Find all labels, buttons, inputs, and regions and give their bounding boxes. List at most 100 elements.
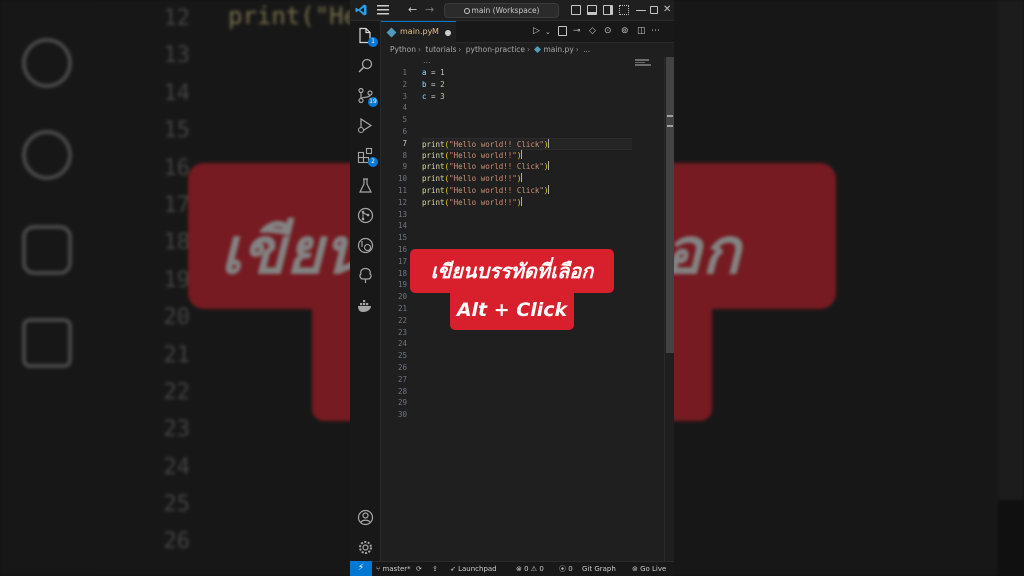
line-number: 4 [402,103,407,113]
run-dropdown-chevron-icon[interactable]: ⌄ [545,25,551,39]
line-number: 24 [397,339,407,349]
explorer-icon[interactable]: 1 [357,27,378,47]
editor-tabs: main.py M ▷ ⌄ ⊸ ◇ ⊙ ⊚ ◫ ⋯ [381,21,674,43]
tab-main-py[interactable]: main.py M [381,21,456,43]
command-center-search[interactable]: main (Workspace) [444,3,559,18]
sticky-scroll-ellipsis: ... [423,56,431,65]
bg-code-fragment: print("He [228,2,359,30]
back-arrow-icon[interactable]: ← [408,3,417,17]
code-line[interactable]: c = 3 [422,91,652,103]
code-line[interactable]: print("Hello world!!") [422,196,652,209]
code-line[interactable] [422,362,652,374]
forward-arrow-icon[interactable]: → [425,3,434,17]
settings-gear-icon[interactable] [357,539,374,556]
multi-cursor [521,173,523,183]
extensions-icon[interactable]: 2 [357,147,378,167]
code-line[interactable] [422,338,652,350]
line-number: 8 [402,150,407,160]
code-line[interactable]: print("Hello world!! Click") [422,161,652,173]
customize-layout-icon[interactable] [619,5,629,15]
code-line[interactable] [422,232,652,244]
code-line[interactable] [422,102,652,114]
publish-icon[interactable]: ⇪ [432,562,438,576]
go-live-button[interactable]: ⊚ Go Live [632,562,666,576]
code-line[interactable]: print("Hello world!!") [422,149,652,162]
breadcrumb-item-python[interactable]: Python [390,45,416,54]
next-change-icon[interactable]: ⊙ [604,24,612,38]
account-icon[interactable] [357,509,374,526]
rocket-icon: ➶ [450,565,459,573]
toggle-panel-icon[interactable] [587,5,597,15]
scrollbar-marker [667,125,673,127]
breadcrumb-item-main-py[interactable]: main.py [543,45,573,54]
source-control-icon[interactable]: 19 [357,87,378,107]
error-count: 0 [524,565,529,573]
testing-flask-icon[interactable] [357,177,374,194]
line-number: 30 [397,410,407,420]
code-line[interactable] [422,386,652,398]
code-line[interactable] [422,350,652,362]
git-graph-status-button[interactable]: Git Graph [582,562,616,576]
remote-indicator-icon[interactable]: ⚡ [350,561,372,576]
minimap[interactable] [635,59,653,71]
gitlens-icon[interactable] [357,267,374,284]
toggle-secondary-sidebar-icon[interactable] [603,5,613,15]
sync-icon[interactable]: ⟳ [416,562,422,576]
bg-git-icon-2 [22,130,72,180]
menu-icon[interactable] [377,5,389,15]
git-lens-compare-icon[interactable]: ⊚ [621,24,629,38]
bg-line-number: 26 [163,529,191,555]
toggle-primary-sidebar-icon[interactable] [571,5,581,15]
chevron-right-icon: › [458,45,462,54]
code-line[interactable] [422,220,652,232]
docker-icon[interactable] [357,297,374,314]
tab-filename: main.py [400,27,433,36]
bg-git-icon [22,38,72,88]
launchpad-item[interactable]: ➶ Launchpad [450,562,497,576]
line-number: 27 [397,374,407,384]
ports-indicator[interactable]: ⦿ 0 [559,562,573,576]
line-number: 21 [397,303,407,313]
run-file-icon[interactable]: ▷ [533,24,540,38]
code-line[interactable] [422,409,652,421]
code-line[interactable]: print("Hello world!! Click") [422,184,652,197]
code-line[interactable]: print("Hello world!! Click") [422,137,632,150]
go-back-change-icon[interactable]: ⊸ [573,24,581,38]
code-line[interactable] [422,114,652,126]
run-debug-icon[interactable] [357,117,374,134]
git-graph-icon[interactable] [357,207,374,224]
bg-line-number: 17 [163,192,191,218]
line-number: 11 [397,185,407,195]
vertical-scrollbar[interactable] [664,57,674,561]
line-number-gutter: 1 2 3 4 5 6 7 8 9 10 11 12 13 14 15 16 17 18 19 20 21 22 23 24 2… [381,67,407,421]
minimize-icon[interactable] [636,10,646,11]
branch-indicator[interactable]: ⑂ master* [376,562,411,576]
code-line[interactable] [422,397,652,409]
problems-indicator[interactable]: ⊗ 0 ⚠ 0 [516,562,544,576]
close-icon[interactable]: ✕ [663,3,671,17]
breadcrumb-item-python-practice[interactable]: python-practice [466,45,525,54]
code-line[interactable] [422,374,652,386]
code-lines[interactable]: a = 1b = 2c = 3 print("Hello world!! Clic… [422,67,652,421]
remote-explorer-icon[interactable] [357,237,374,254]
more-actions-icon[interactable]: ⋯ [651,24,660,38]
restore-icon[interactable] [650,6,658,14]
split-editor-icon[interactable]: ◫ [637,24,646,38]
previous-change-icon[interactable]: ◇ [589,24,596,38]
breadcrumb-item-more[interactable]: ... [583,45,590,54]
chevron-right-icon: › [418,45,421,54]
code-line[interactable]: b = 2 [422,79,652,91]
code-line[interactable] [422,209,652,221]
search-icon[interactable] [357,57,374,74]
code-line[interactable] [422,126,652,138]
line-number: 22 [397,315,407,325]
line-number: 18 [397,268,407,278]
line-number: 16 [397,244,407,254]
code-line[interactable]: print("Hello world!!") [422,173,652,185]
open-changes-icon[interactable] [558,26,567,36]
unsaved-dot-icon[interactable] [445,30,451,36]
code-line[interactable]: a = 1 [422,67,652,79]
breadcrumb-item-tutorials[interactable]: tutorials [425,45,456,54]
line-number: 7 [402,138,407,148]
scrollbar-thumb[interactable] [666,57,674,353]
